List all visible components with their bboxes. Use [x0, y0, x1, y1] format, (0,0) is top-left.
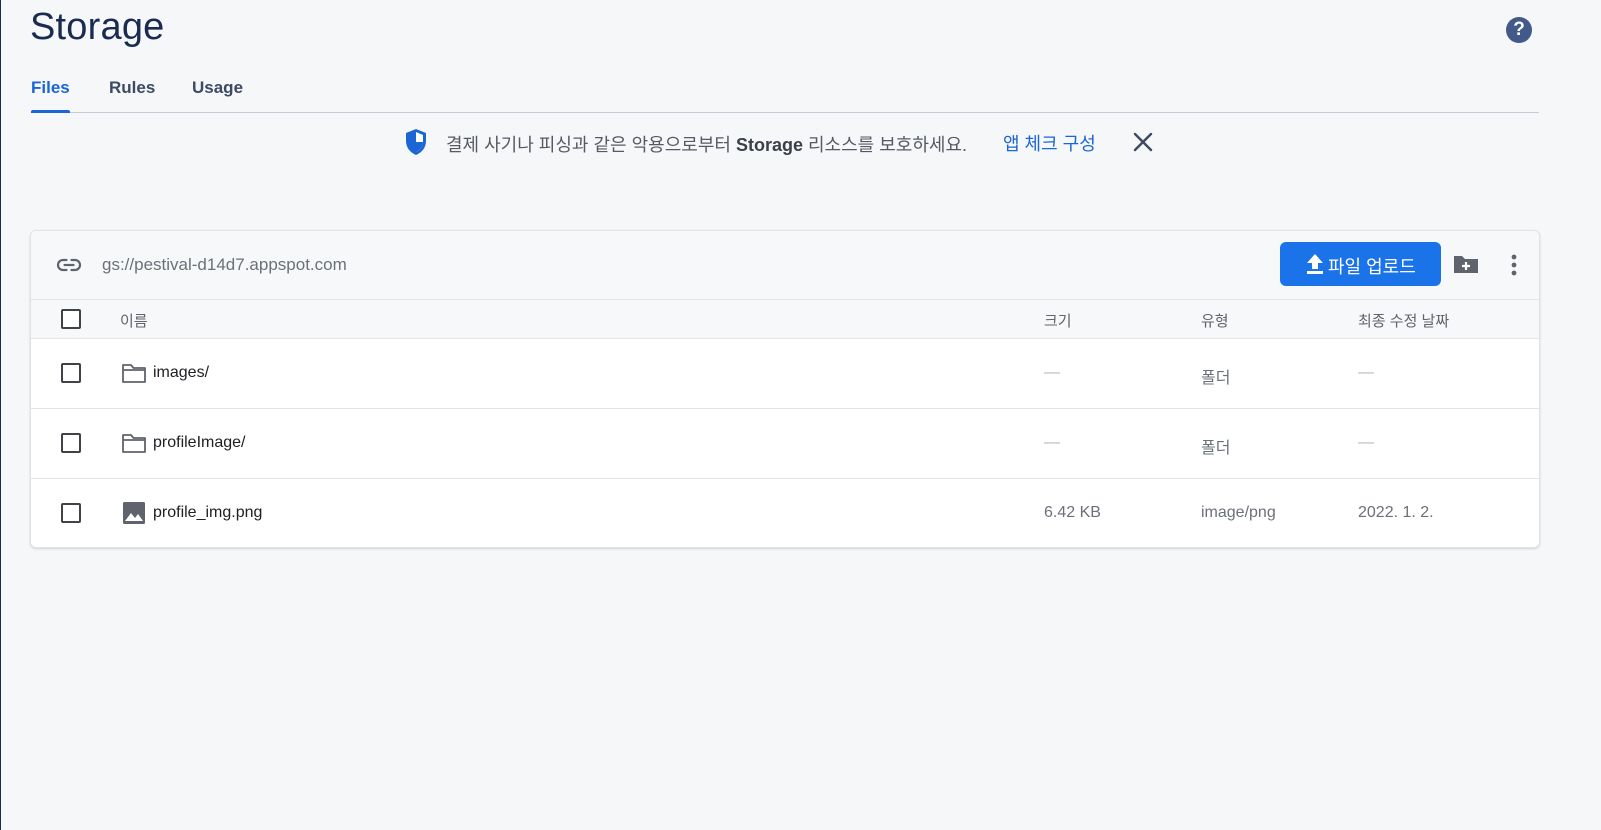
- file-modified: —: [1358, 434, 1374, 451]
- shield-icon: [406, 129, 426, 155]
- file-modified: 2022. 1. 2.: [1358, 504, 1434, 521]
- file-name[interactable]: images/: [153, 364, 209, 382]
- column-header-size[interactable]: 크기: [1044, 310, 1072, 331]
- image-icon: [123, 502, 145, 524]
- file-name[interactable]: profile_img.png: [153, 504, 262, 522]
- add-folder-icon[interactable]: [1452, 252, 1480, 276]
- file-size: —: [1044, 364, 1060, 381]
- row-checkbox[interactable]: [61, 433, 81, 453]
- table-row[interactable]: images/ — 폴더 —: [31, 339, 1539, 409]
- select-all-checkbox[interactable]: [61, 309, 81, 329]
- file-size: —: [1044, 434, 1060, 451]
- page-title: Storage: [30, 6, 165, 48]
- file-size: 6.42 KB: [1044, 504, 1101, 521]
- tab-files[interactable]: Files: [31, 72, 70, 113]
- files-card: gs://pestival-d14d7.appspot.com 파일 업로드 이…: [30, 230, 1540, 548]
- close-icon[interactable]: [1131, 130, 1155, 154]
- bucket-url[interactable]: gs://pestival-d14d7.appspot.com: [102, 255, 347, 275]
- file-type: image/png: [1201, 504, 1276, 521]
- table-row[interactable]: profile_img.png 6.42 KB image/png 2022. …: [31, 479, 1539, 547]
- tab-bar: Files Rules Usage: [31, 72, 1539, 113]
- column-header-modified[interactable]: 최종 수정 날짜: [1358, 310, 1449, 331]
- table-header: 이름 크기 유형 최종 수정 날짜: [31, 300, 1539, 339]
- file-modified: —: [1358, 364, 1374, 381]
- column-header-type[interactable]: 유형: [1201, 310, 1229, 331]
- row-checkbox[interactable]: [61, 503, 81, 523]
- upload-file-button[interactable]: 파일 업로드: [1280, 242, 1441, 286]
- banner-message: 결제 사기나 피싱과 같은 악용으로부터 Storage 리소스를 보호하세요.: [446, 131, 967, 157]
- folder-icon: [122, 434, 146, 453]
- help-icon[interactable]: ?: [1506, 17, 1532, 43]
- banner-text-before: 결제 사기나 피싱과 같은 악용으로부터: [446, 135, 736, 155]
- configure-app-check-link[interactable]: 앱 체크 구성: [1003, 130, 1096, 156]
- row-checkbox[interactable]: [61, 363, 81, 383]
- link-icon: [56, 258, 82, 272]
- window-left-border: [0, 0, 1, 830]
- more-vert-icon[interactable]: [1505, 251, 1523, 279]
- banner-text-bold: Storage: [735, 135, 803, 155]
- file-type: 폴더: [1201, 370, 1231, 387]
- banner-text-after: 리소스를 보호하세요.: [803, 135, 968, 155]
- folder-icon: [122, 364, 146, 383]
- files-toolbar: gs://pestival-d14d7.appspot.com 파일 업로드: [31, 231, 1539, 300]
- file-name[interactable]: profileImage/: [153, 434, 246, 452]
- upload-icon: [1307, 254, 1323, 274]
- file-type: 폴더: [1201, 440, 1231, 457]
- upload-file-label: 파일 업로드: [1328, 257, 1416, 277]
- tab-usage[interactable]: Usage: [192, 72, 243, 112]
- tab-rules[interactable]: Rules: [109, 72, 155, 112]
- column-header-name[interactable]: 이름: [120, 310, 148, 331]
- table-row[interactable]: profileImage/ — 폴더 —: [31, 409, 1539, 479]
